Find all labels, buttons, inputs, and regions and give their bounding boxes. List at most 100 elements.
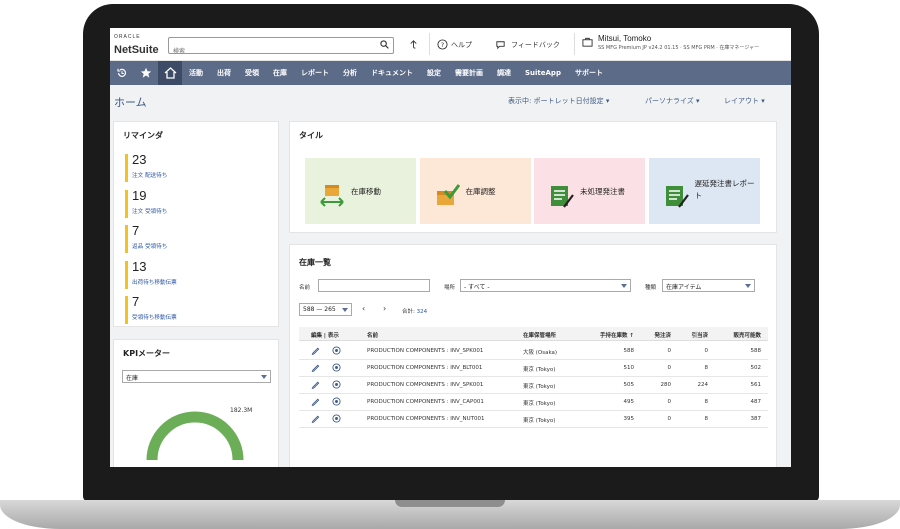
tile-2[interactable]: 未処理発注書 [534,158,645,224]
main-nav: 活動 出荷 受領 在庫 レポート 分析 ドキュメント 設定 需要計画 調達 SuiteApp サポート [110,61,791,85]
search-icon[interactable] [380,40,389,49]
reminder-link[interactable]: 受領待ち移動伝票 [132,313,177,321]
inventory-adjust-icon [436,184,460,205]
item-committed: 224 [697,382,709,388]
nav-item-11[interactable]: サポート [568,61,610,85]
table-row: PRODUCTION COMPONENTS : INV_BLT001 東京 (To… [299,360,768,377]
user-menu[interactable]: Mitsui, Tomoko SS MFG Premium JP v24.2 0… [598,34,759,52]
view-eye-icon[interactable] [332,346,341,355]
inventory-portlet: 在庫一覧 名前 場所 - すべて - 種類 在庫アイテム 588 — 265 ‹… [289,244,777,467]
edit-pencil-icon[interactable] [311,380,320,389]
item-location: 東京 (Tokyo) [523,367,556,373]
personalize-menu[interactable]: パーソナライズ ▾ [645,96,700,106]
reminder-link[interactable]: 出荷待ち移動伝票 [132,278,177,286]
tile-3[interactable]: 遅延発注書レポート [648,158,760,224]
view-eye-icon[interactable] [332,380,341,389]
edit-pencil-icon[interactable] [311,363,320,372]
page-range-select[interactable]: 588 — 265 [299,303,352,316]
portlet-date-setting-menu[interactable]: 表示中: ポートレット日付設定 ▾ [508,96,609,106]
header-on-hand[interactable]: 手持在庫数 ↑ [598,331,634,339]
search-input[interactable] [169,44,369,59]
reminder-count[interactable]: 13 [132,259,146,274]
reminder-link[interactable]: 注文 受領待ち [132,207,167,215]
next-page-icon[interactable]: › [383,304,386,313]
nav-item-10[interactable]: SuiteApp [518,61,568,85]
netsuite-logo[interactable]: ORACLE NetSuite [114,34,159,58]
screen: ORACLE NetSuite ? ヘルプ フィードバック Mitsui, To… [110,28,791,467]
feedback-link[interactable]: フィードバック [511,40,560,50]
item-on-hand: 510 [623,365,635,371]
reminder-bar [125,225,128,253]
type-filter-label: 種類 [645,285,657,291]
nav-item-4[interactable]: レポート [294,61,336,85]
tile-0[interactable]: 在庫移動 [305,158,416,224]
nav-item-5[interactable]: 分析 [336,61,364,85]
prev-page-icon[interactable]: ‹ [362,304,365,313]
logo-oracle-text: ORACLE [114,34,141,40]
edit-pencil-icon[interactable] [311,346,320,355]
user-role: SS MFG Premium JP v24.2 01.15 · SS MFG P… [598,45,760,51]
reminder-link[interactable]: 返品 受領待ち [132,242,167,250]
view-eye-icon[interactable] [332,397,341,406]
item-committed: 8 [704,365,709,371]
header-available[interactable]: 販売可能数 [722,331,761,339]
name-filter-input[interactable] [318,279,430,292]
nav-item-9[interactable]: 調達 [490,61,518,85]
help-link[interactable]: ヘルプ [451,40,472,50]
reminder-count[interactable]: 23 [132,152,146,167]
header-location[interactable]: 在庫保管場所 [523,331,556,339]
tile-label: 在庫調整 [465,187,496,196]
kpi-gauge [146,411,244,461]
nav-home[interactable] [158,61,182,85]
edit-pencil-icon[interactable] [311,397,320,406]
item-available: 487 [750,399,762,405]
type-filter-value: 在庫アイテム [666,284,702,291]
header-committed[interactable]: 引当済 [682,331,708,339]
tile-1[interactable]: 在庫調整 [419,158,531,224]
tile-label: 在庫移動 [351,187,381,196]
item-committed: 8 [704,416,709,422]
item-on-order: 0 [667,365,672,371]
feedback-icon[interactable] [495,39,506,50]
kpi-select[interactable]: 在庫 [122,370,271,383]
header-on-order[interactable]: 発注済 [645,331,671,339]
item-on-order: 0 [667,416,672,422]
nav-item-8[interactable]: 需要計画 [448,61,490,85]
nav-recent[interactable] [110,61,134,85]
nav-item-1[interactable]: 出荷 [210,61,238,85]
global-search[interactable] [168,37,394,59]
nav-item-2[interactable]: 受領 [238,61,266,85]
page-title: ホーム [114,96,147,109]
user-role-icon[interactable] [582,37,593,48]
edit-pencil-icon[interactable] [311,414,320,423]
reminder-count[interactable]: 7 [132,223,139,238]
chevron-down-icon [745,284,751,288]
reminder-link[interactable]: 注文 配送待ち [132,171,167,179]
item-name[interactable]: PRODUCTION COMPONENTS : INV_SPK001 [367,382,483,388]
open-po-icon [551,186,574,208]
tile-label: 遅延発注書レポート [694,179,755,200]
header-name[interactable]: 名前 [367,331,378,339]
nav-item-6[interactable]: ドキュメント [364,61,420,85]
location-filter-select[interactable]: - すべて - [460,279,631,292]
item-name[interactable]: PRODUCTION COMPONENTS : INV_SPK001 [367,348,483,354]
item-name[interactable]: PRODUCTION COMPONENTS : INV_CAP001 [367,399,484,405]
nav-favorites[interactable] [134,61,158,85]
nav-item-0[interactable]: 活動 [182,61,210,85]
reminder-count[interactable]: 19 [132,188,146,203]
recent-records-icon[interactable] [408,39,419,50]
item-on-order: 0 [667,399,672,405]
nav-item-7[interactable]: 設定 [420,61,448,85]
layout-menu[interactable]: レイアウト ▾ [724,96,765,106]
type-filter-select[interactable]: 在庫アイテム [662,279,755,292]
item-name[interactable]: PRODUCTION COMPONENTS : INV_BLT001 [367,365,482,371]
view-eye-icon[interactable] [332,414,341,423]
location-filter-label: 場所 [444,285,456,291]
reminder-count[interactable]: 7 [132,294,139,309]
laptop-notch [395,500,505,507]
help-icon[interactable]: ? [437,39,448,50]
view-eye-icon[interactable] [332,363,341,372]
nav-item-3[interactable]: 在庫 [266,61,294,85]
logo-netsuite-text: NetSuite [114,44,159,56]
item-name[interactable]: PRODUCTION COMPONENTS : INV_NUT001 [367,416,484,422]
